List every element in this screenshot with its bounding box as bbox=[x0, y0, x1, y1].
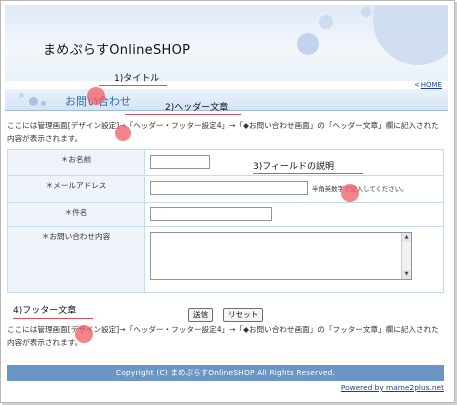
copyright-bar: Copyright (C) まめぷらすOnlineSHOP All Rights… bbox=[7, 365, 444, 381]
annotation-underline-4 bbox=[13, 318, 93, 319]
annotation-marker-3 bbox=[341, 184, 359, 202]
form-row-email: ＊メールアドレス 半角英数字で記入してください。 bbox=[7, 175, 444, 203]
subject-cell bbox=[144, 202, 444, 227]
email-label: ＊メールアドレス bbox=[7, 175, 145, 203]
annotation-underline-2 bbox=[125, 114, 241, 115]
scroll-up-icon[interactable]: ▲ bbox=[402, 233, 411, 242]
annotation-title: 1)タイトル bbox=[114, 74, 160, 84]
annotation-underline-3 bbox=[253, 173, 363, 174]
title-bubble-3 bbox=[19, 93, 24, 98]
form-row-message: ＊お問い合わせ内容 ▲ ▼ bbox=[7, 226, 444, 293]
decor-bubble-large bbox=[373, 5, 448, 65]
annotation-field-desc: 3)フィールドの説明 bbox=[253, 162, 335, 172]
email-cell: 半角英数字で記入してください。 bbox=[144, 175, 444, 203]
decor-bubble-tiny bbox=[361, 7, 371, 17]
annotation-header-text: 2)ヘッダー文章 bbox=[165, 103, 229, 113]
message-cell: ▲ ▼ bbox=[144, 226, 444, 293]
annotation-marker-1 bbox=[87, 87, 105, 105]
shop-header: まめぷらすOnlineSHOP bbox=[5, 5, 448, 81]
footer-text: ここには管理画面[デザイン設定]→「ヘッダー・フッター設定4」→「◆お問い合わせ… bbox=[7, 325, 439, 347]
name-input[interactable] bbox=[150, 155, 210, 169]
subject-label: ＊件名 bbox=[7, 202, 145, 227]
annotation-marker-2 bbox=[115, 125, 131, 141]
reset-button[interactable]: リセット bbox=[223, 308, 264, 322]
annotation-underline-1 bbox=[99, 85, 167, 86]
contact-form: ＊お名前 ＊メールアドレス 半角英数字で記入してください。 ＊件名 ＊お問い合わ… bbox=[7, 149, 444, 293]
textarea-scrollbar[interactable]: ▲ ▼ bbox=[401, 233, 411, 279]
message-label: ＊お問い合わせ内容 bbox=[7, 226, 145, 293]
home-arrow-icon: < bbox=[414, 81, 420, 89]
shop-title: まめぷらすOnlineSHOP bbox=[43, 43, 191, 58]
home-link[interactable]: HOME bbox=[421, 81, 442, 89]
email-input[interactable] bbox=[150, 181, 308, 195]
title-bubble-1 bbox=[29, 97, 38, 106]
message-textarea[interactable]: ▲ ▼ bbox=[150, 232, 412, 280]
decor-bubble-medium bbox=[297, 33, 319, 55]
header-text: ここには管理画面[デザイン設定]→「ヘッダー・フッター設定4」→「◆お問い合わせ… bbox=[7, 121, 439, 143]
title-bubble-2 bbox=[41, 101, 46, 106]
annotation-marker-4 bbox=[75, 325, 93, 343]
form-row-name: ＊お名前 bbox=[7, 149, 444, 176]
form-row-subject: ＊件名 bbox=[7, 202, 444, 227]
subject-input[interactable] bbox=[150, 207, 272, 221]
annotation-footer-text: 4)フッター文章 bbox=[13, 306, 77, 316]
scroll-down-icon[interactable]: ▼ bbox=[402, 270, 411, 279]
name-label: ＊お名前 bbox=[7, 149, 145, 176]
email-note: 半角英数字で記入してください。 bbox=[312, 184, 408, 193]
page-frame: まめぷらすOnlineSHOP < HOME お問い合わせ ここには管理画面[デ… bbox=[0, 0, 455, 403]
submit-button[interactable]: 送信 bbox=[188, 308, 214, 322]
decor-bubble-small bbox=[319, 15, 333, 29]
powered-by-link[interactable]: Powered by mame2plus.net bbox=[341, 383, 444, 392]
